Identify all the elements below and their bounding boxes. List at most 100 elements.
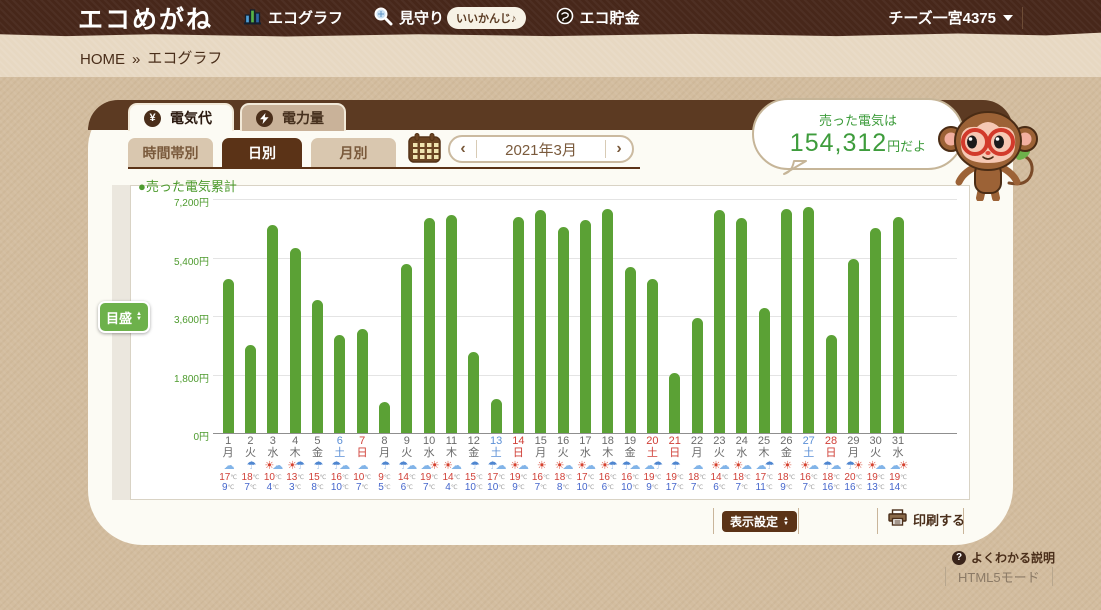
nav-item-ecograph[interactable]: エコグラフ [243,7,343,29]
low-temp: 7℃ [244,482,257,493]
high-temp: 9℃ [378,472,391,483]
html5-mode-link[interactable]: HTML5モード [945,567,1053,586]
weekday-label: 日 [512,447,524,459]
cloud-icon: ☁ [420,460,432,472]
bar-column [530,210,552,433]
top-navbar: エコめがね エコグラフ 見守り いいかんじ♪ エコ貯金 チーズ一宮4375 [0,0,1101,37]
high-temp: 10℃ [263,472,282,483]
app-logo[interactable]: エコめがね [78,0,213,36]
breadcrumb-home[interactable]: HOME [80,51,125,68]
bar-column [396,264,418,433]
bar-day-25 [758,308,770,433]
yen-icon: ¥ [144,109,161,127]
day-number: 27 [802,435,815,447]
rain-icon: ☂ [295,460,305,472]
low-temp: 6℃ [400,482,413,493]
calendar-button[interactable] [408,133,441,163]
cloud-icon: ☁ [584,460,596,472]
weather-icons: ☁☂ [641,459,663,473]
x-label-day-24: 24 水 ☀☁ 18℃ 7℃ [731,435,753,493]
high-temp: 18℃ [554,472,573,483]
sun-icon: ☀ [576,460,587,472]
subtab-by-day[interactable]: 日別 [222,138,302,167]
weekday-label: 日 [356,447,368,459]
weather-icons: ☀☁ [731,459,753,473]
nav-item-ecochokin[interactable]: エコ貯金 [556,7,640,29]
divider [713,508,714,534]
x-label-day-17: 17 水 ☀☁ 17℃ 10℃ [574,435,596,493]
bubble-suffix: 円だよ [887,139,927,154]
bar-column [329,335,351,433]
nav-item-label: 見守り [399,10,445,27]
x-label-day-4: 4 木 ☀☂ 13℃ 3℃ [284,435,306,493]
cloud-icon: ☁ [718,460,730,472]
display-settings-button[interactable]: 表示設定 ▲ ▼ [722,511,797,532]
bar-day-1 [222,279,234,433]
breadcrumb-current: エコグラフ [147,50,223,67]
low-temp: 11℃ [755,482,773,493]
day-number: 1 [225,435,232,447]
subtab-by-time[interactable]: 時間帯別 [128,138,213,167]
bar-day-12 [468,352,480,433]
day-number: 14 [512,435,525,447]
weekday-label: 月 [222,447,234,459]
bar-day-18 [602,209,614,433]
scale-button[interactable]: 目盛 ▲ ▼ [98,301,150,333]
day-number: 21 [668,435,681,447]
weather-icons: ☀☁ [574,459,596,473]
coin-icon [556,7,574,29]
bar-day-29 [847,259,859,433]
cloud-icon: ☁ [889,460,901,472]
weather-icons: ☀☁ [262,459,284,473]
low-temp: 8℃ [311,482,324,493]
weekday-label: 水 [423,447,435,459]
x-label-day-7: 7 日 ☁ 10℃ 7℃ [351,435,373,493]
weather-icons: ☂☁ [619,459,641,473]
question-icon: ? [952,550,966,565]
breadcrumb: HOME » エコグラフ [0,33,1101,77]
tab-electricity-amount[interactable]: 電力量 [240,103,346,131]
divider [798,508,799,534]
help-link[interactable]: ? よくわかる説明 [952,549,1055,566]
x-label-day-31: 31 水 ☁☀ 19℃ 14℃ [887,435,909,493]
day-number: 31 [891,435,905,447]
y-tick-label: 1,800円 [173,373,209,385]
bar-day-22 [691,318,703,433]
cloud-icon: ☁ [755,460,767,472]
high-temp: 18℃ [732,472,751,483]
subtab-by-month[interactable]: 月別 [311,138,396,167]
day-number: 12 [467,435,480,447]
sun-icon: ☀ [443,460,453,472]
up-down-arrows-icon: ▲ ▼ [783,515,789,527]
weather-icons: ☀☁ [708,459,730,473]
day-number: 22 [690,435,704,447]
tab-electricity-cost[interactable]: ¥ 電気代 [128,103,234,131]
next-month-button[interactable]: › [606,137,632,161]
day-number: 5 [314,435,321,447]
account-menu[interactable]: チーズ一宮4375 [888,7,1013,28]
weather-icons: ☂☁ [485,459,507,473]
help-label: よくわかる説明 [971,551,1056,565]
cloud-icon: ☁ [450,460,462,472]
x-label-day-6: 6 土 ☂☁ 16℃ 10℃ [329,435,351,493]
x-label-day-28: 28 日 ☂☁ 18℃ 16℃ [820,435,842,493]
rain-icon: ☂ [764,460,775,472]
x-label-day-29: 29 月 ☂☀ 20℃ 16℃ [842,435,864,493]
weekday-label: 金 [780,447,792,459]
day-number: 25 [757,435,771,447]
rain-icon: ☂ [487,460,498,472]
high-temp: 10℃ [353,472,372,483]
subtab-underline [128,167,640,169]
print-button[interactable]: 印刷する [888,509,965,529]
bar-column [775,209,797,433]
nav-item-mimamori[interactable]: 見守り いいかんじ♪ [373,6,526,30]
chevron-down-icon [1003,14,1013,21]
cloud-icon: ☁ [629,460,641,472]
sun-icon: ☀ [599,460,610,472]
high-temp: 17℃ [219,472,238,483]
day-number: 20 [646,435,659,447]
bolt-icon [256,109,273,127]
cloud-icon: ☁ [495,460,507,472]
rain-icon: ☂ [380,460,391,472]
prev-month-button[interactable]: ‹ [450,137,476,161]
